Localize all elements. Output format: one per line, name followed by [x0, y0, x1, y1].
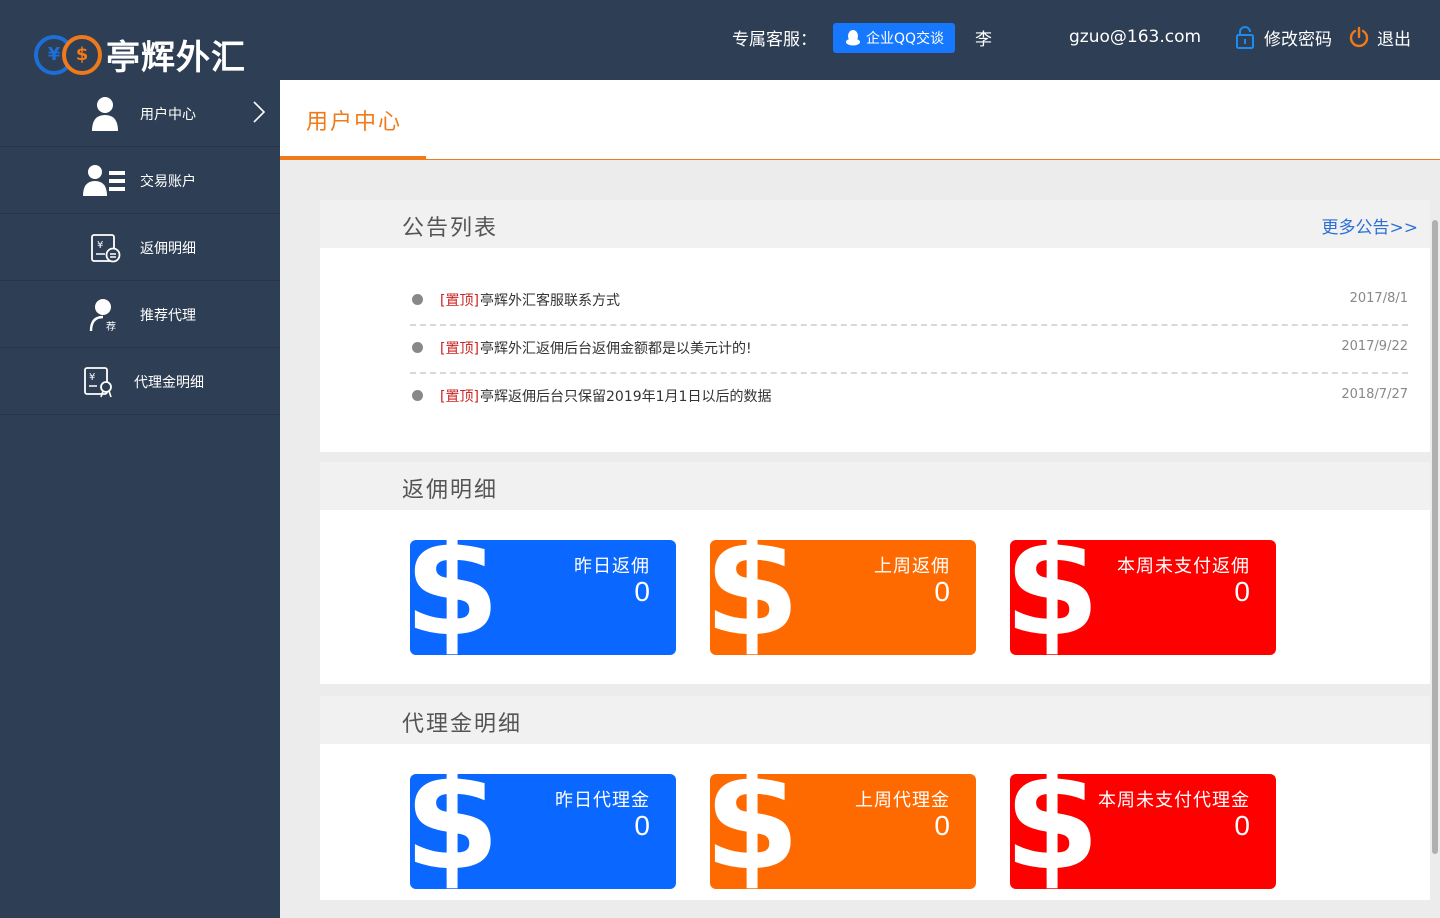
username: 李	[975, 29, 992, 50]
card-label: 上周代理金	[855, 790, 950, 811]
dollar-icon: $	[410, 774, 501, 889]
sidebar-item-label: 代理金明细	[134, 375, 204, 391]
logo-dollar-circle: $	[62, 34, 102, 75]
card-value: 0	[634, 576, 650, 607]
notice-date: 2018/7/27	[1341, 387, 1408, 402]
bullet-icon	[412, 390, 423, 401]
main-content: 用户中心 公告列表 更多公告>> [置顶] 亭辉外汇客服联系方式 2017/8/…	[280, 80, 1440, 918]
notice-pinned-tag: [置顶]	[440, 389, 479, 405]
card-value: 0	[934, 810, 950, 841]
card-value: 0	[634, 810, 650, 841]
notice-date: 2017/8/1	[1349, 291, 1408, 306]
qq-penguin-icon	[845, 30, 860, 46]
sidebar-item-label: 推荐代理	[140, 308, 196, 324]
recommend-agent-icon: 荐	[82, 295, 128, 335]
account-list-icon	[82, 161, 128, 201]
notice-title[interactable]: 亭辉返佣后台只保留2019年1月1日以后的数据	[480, 386, 771, 406]
rebate-panel-header: 返佣明细	[320, 462, 1430, 510]
notice-panel-header: 公告列表 更多公告>>	[320, 200, 1430, 248]
dollar-icon: $	[1010, 774, 1101, 889]
rebate-panel: 返佣明细 $ 昨日返佣 0 $ 上周返佣 0 $ 本周未支付返佣 0	[320, 462, 1430, 684]
sidebar-item-label: 返佣明细	[140, 241, 196, 257]
svg-text:¥: ¥	[89, 372, 95, 383]
unpaid-agent-fund-card[interactable]: $ 本周未支付代理金 0	[1010, 774, 1276, 889]
sidebar-item-label: 用户中心	[140, 107, 196, 123]
card-value: 0	[934, 576, 950, 607]
notice-list: [置顶] 亭辉外汇客服联系方式 2017/8/1 [置顶] 亭辉外汇返佣后台返佣…	[410, 278, 1408, 422]
sidebar-item-agent-fund[interactable]: ¥ 代理金明细	[0, 348, 280, 415]
dollar-icon: $	[710, 774, 801, 889]
notice-item[interactable]: [置顶] 亭辉外汇客服联系方式 2017/8/1	[410, 278, 1408, 326]
card-value: 0	[1234, 810, 1250, 841]
last-week-rebate-card[interactable]: $ 上周返佣 0	[710, 540, 976, 655]
bullet-icon	[412, 294, 423, 305]
bullet-icon	[412, 342, 423, 353]
power-icon	[1349, 26, 1369, 48]
unpaid-rebate-card[interactable]: $ 本周未支付返佣 0	[1010, 540, 1276, 655]
logo-mark: ¥ $	[34, 33, 102, 77]
rebate-panel-title: 返佣明细	[402, 478, 499, 503]
service-label: 专属客服：	[732, 29, 817, 50]
card-label: 昨日代理金	[555, 790, 650, 811]
sidebar-item-rebate-detail[interactable]: ¥ 返佣明细	[0, 214, 280, 281]
user-email: gzuo@163.com	[1069, 27, 1202, 47]
logo[interactable]: ¥ $ 亭辉外汇	[34, 30, 246, 79]
logout-link[interactable]: 退出	[1349, 22, 1411, 52]
agent-fund-panel-header: 代理金明细	[320, 696, 1430, 744]
notice-date: 2017/9/22	[1341, 339, 1408, 354]
vertical-scrollbar[interactable]	[1432, 220, 1438, 854]
more-notices-link[interactable]: 更多公告>>	[1322, 213, 1419, 238]
notice-item[interactable]: [置顶] 亭辉外汇返佣后台返佣金额都是以美元计的! 2017/9/22	[410, 326, 1408, 374]
sidebar-item-trading-account[interactable]: 交易账户	[0, 147, 280, 214]
agent-fund-panel-title: 代理金明细	[402, 712, 523, 737]
notice-pinned-tag: [置顶]	[440, 341, 479, 357]
dollar-icon: $	[410, 540, 501, 655]
lock-icon	[1236, 26, 1254, 49]
change-password-link[interactable]: 修改密码	[1234, 22, 1332, 52]
notice-title[interactable]: 亭辉外汇客服联系方式	[480, 290, 620, 310]
card-label: 上周返佣	[874, 556, 950, 577]
qq-chat-label: 企业QQ交谈	[865, 31, 945, 47]
notice-item[interactable]: [置顶] 亭辉返佣后台只保留2019年1月1日以后的数据 2018/7/27	[410, 374, 1408, 422]
dollar-icon: $	[1010, 540, 1101, 655]
notice-title[interactable]: 亭辉外汇返佣后台返佣金额都是以美元计的!	[480, 338, 752, 358]
chevron-right-icon	[252, 100, 266, 128]
svg-text:荐: 荐	[106, 321, 116, 333]
logo-text: 亭辉外汇	[106, 38, 246, 78]
notice-pinned-tag: [置顶]	[440, 293, 479, 309]
card-label: 本周未支付返佣	[1117, 556, 1250, 577]
page-header: 用户中心	[280, 80, 1440, 160]
qq-chat-button[interactable]: 企业QQ交谈	[833, 23, 955, 53]
top-header: ¥ $ 亭辉外汇 专属客服： 企业QQ交谈 李 gzuo@163.com 修改密…	[0, 0, 1440, 80]
user-icon	[82, 94, 128, 134]
card-value: 0	[1234, 576, 1250, 607]
sidebar-item-recommend-agent[interactable]: 荐 推荐代理	[0, 281, 280, 348]
agent-fund-panel: 代理金明细 $ 昨日代理金 0 $ 上周代理金 0 $ 本周未支付代理金 0	[320, 696, 1430, 900]
last-week-agent-fund-card[interactable]: $ 上周代理金 0	[710, 774, 976, 889]
logout-label: 退出	[1377, 29, 1411, 50]
page-title[interactable]: 用户中心	[306, 104, 402, 136]
notice-panel: 公告列表 更多公告>> [置顶] 亭辉外汇客服联系方式 2017/8/1 [置顶…	[320, 200, 1430, 452]
agent-fund-icon: ¥	[76, 362, 122, 402]
notice-panel-title: 公告列表	[402, 216, 499, 241]
sidebar-item-user-center[interactable]: 用户中心	[0, 80, 280, 147]
change-password-label: 修改密码	[1264, 29, 1332, 50]
dollar-icon: $	[710, 540, 801, 655]
card-label: 昨日返佣	[574, 556, 650, 577]
svg-text:¥: ¥	[97, 240, 103, 251]
sidebar-item-label: 交易账户	[140, 174, 196, 190]
yesterday-rebate-card[interactable]: $ 昨日返佣 0	[410, 540, 676, 655]
rebate-detail-icon: ¥	[82, 228, 128, 268]
yesterday-agent-fund-card[interactable]: $ 昨日代理金 0	[410, 774, 676, 889]
active-tab-underline	[280, 156, 426, 159]
card-label: 本周未支付代理金	[1098, 790, 1250, 811]
sidebar: 用户中心 交易账户 ¥ 返佣明细 荐 推荐代理 ¥ 代理金明细	[0, 80, 280, 918]
